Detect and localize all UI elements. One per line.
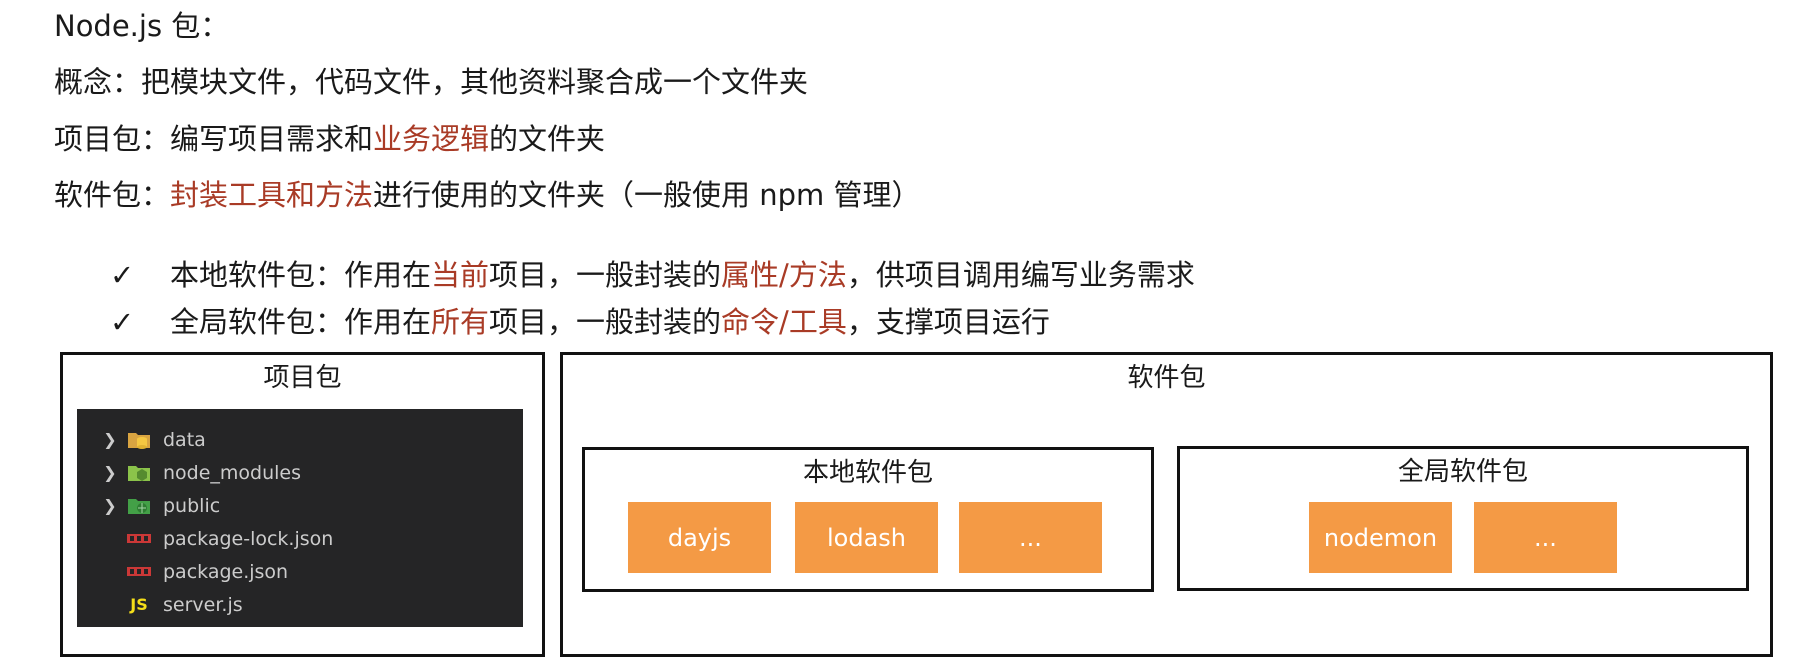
- tree-item-data[interactable]: ❯ data: [77, 423, 523, 456]
- bullet-text-pre: 本地软件包：作用在: [170, 258, 432, 292]
- file-name: package-lock.json: [163, 527, 334, 550]
- concept-label: 概念：: [54, 65, 142, 99]
- bullet-text-pre: 全局软件包：作用在: [170, 305, 432, 339]
- tree-item-public[interactable]: ❯ public: [77, 489, 523, 522]
- bullet-highlight: 所有: [431, 305, 490, 339]
- package-item-more: ...: [959, 502, 1102, 573]
- global-package-title: 全局软件包: [1397, 457, 1528, 487]
- npm-icon: [125, 528, 153, 550]
- check-icon: ✓: [110, 258, 135, 292]
- project-package-line: 项目包：编写项目需求和业务逻辑的文件夹: [54, 119, 605, 159]
- concept-text: 把模块文件，代码文件，其他资料聚合成一个文件夹: [141, 65, 809, 99]
- file-name: package.json: [163, 560, 289, 583]
- tree-item-package-lock-json[interactable]: ❯ package-lock.json: [77, 522, 523, 555]
- bullet-text-post: ，支撑项目运行: [846, 305, 1050, 339]
- software-package-line: 软件包：封装工具和方法进行使用的文件夹（一般使用 npm 管理）: [54, 175, 921, 215]
- bullet-text-mid: 项目，一般封装的: [489, 305, 722, 339]
- global-package-box: 全局软件包: [1177, 446, 1749, 591]
- project-package-text-post: 的文件夹: [489, 122, 606, 156]
- file-name: data: [163, 428, 206, 451]
- bullet-highlight: 当前: [431, 258, 490, 292]
- software-package-text-post: 进行使用的文件夹（一般使用 npm 管理）: [373, 178, 921, 212]
- file-explorer: ❯ data ❯ node_modules ❯ public ❯ package…: [77, 409, 523, 627]
- folder-node-icon: [125, 462, 153, 484]
- package-item-nodemon: nodemon: [1309, 502, 1452, 573]
- folder-public-icon: [125, 495, 153, 517]
- software-package-title: 软件包: [1127, 363, 1206, 393]
- tree-item-node-modules[interactable]: ❯ node_modules: [77, 456, 523, 489]
- bullet-highlight: 命令/工具: [721, 305, 847, 339]
- bullet-text-mid: 项目，一般封装的: [489, 258, 722, 292]
- folder-database-icon: [125, 429, 153, 451]
- project-package-highlight: 业务逻辑: [373, 122, 490, 156]
- package-item-lodash: lodash: [795, 502, 938, 573]
- file-name: public: [163, 494, 221, 517]
- tree-item-server-js[interactable]: ❯ JS server.js: [77, 588, 523, 621]
- npm-icon: [125, 561, 153, 583]
- project-package-label: 项目包：: [54, 122, 171, 156]
- software-package-label: 软件包：: [54, 178, 171, 212]
- chevron-right-icon[interactable]: ❯: [95, 496, 125, 515]
- page-heading: Node.js 包：: [54, 9, 230, 43]
- local-package-title: 本地软件包: [802, 458, 933, 488]
- bullet-text-post: ，供项目调用编写业务需求: [846, 258, 1195, 292]
- chevron-right-icon[interactable]: ❯: [95, 430, 125, 449]
- package-item-more: ...: [1474, 502, 1617, 573]
- javascript-icon: JS: [130, 595, 148, 614]
- file-name: server.js: [163, 593, 243, 616]
- check-icon: ✓: [110, 305, 135, 339]
- project-package-title: 项目包: [263, 363, 342, 393]
- chevron-right-icon[interactable]: ❯: [95, 463, 125, 482]
- project-package-text-pre: 编写项目需求和: [170, 122, 374, 156]
- bullet-global-package: ✓ 全局软件包：作用在所有项目，一般封装的命令/工具，支撑项目运行: [110, 302, 1050, 342]
- tree-item-package-json[interactable]: ❯ package.json: [77, 555, 523, 588]
- bullet-highlight: 属性/方法: [721, 258, 847, 292]
- bullet-local-package: ✓ 本地软件包：作用在当前项目，一般封装的属性/方法，供项目调用编写业务需求: [110, 255, 1195, 295]
- software-package-highlight: 封装工具和方法: [170, 178, 374, 212]
- file-name: node_modules: [163, 461, 302, 484]
- concept-line: 概念：把模块文件，代码文件，其他资料聚合成一个文件夹: [54, 62, 808, 102]
- package-item-dayjs: dayjs: [628, 502, 771, 573]
